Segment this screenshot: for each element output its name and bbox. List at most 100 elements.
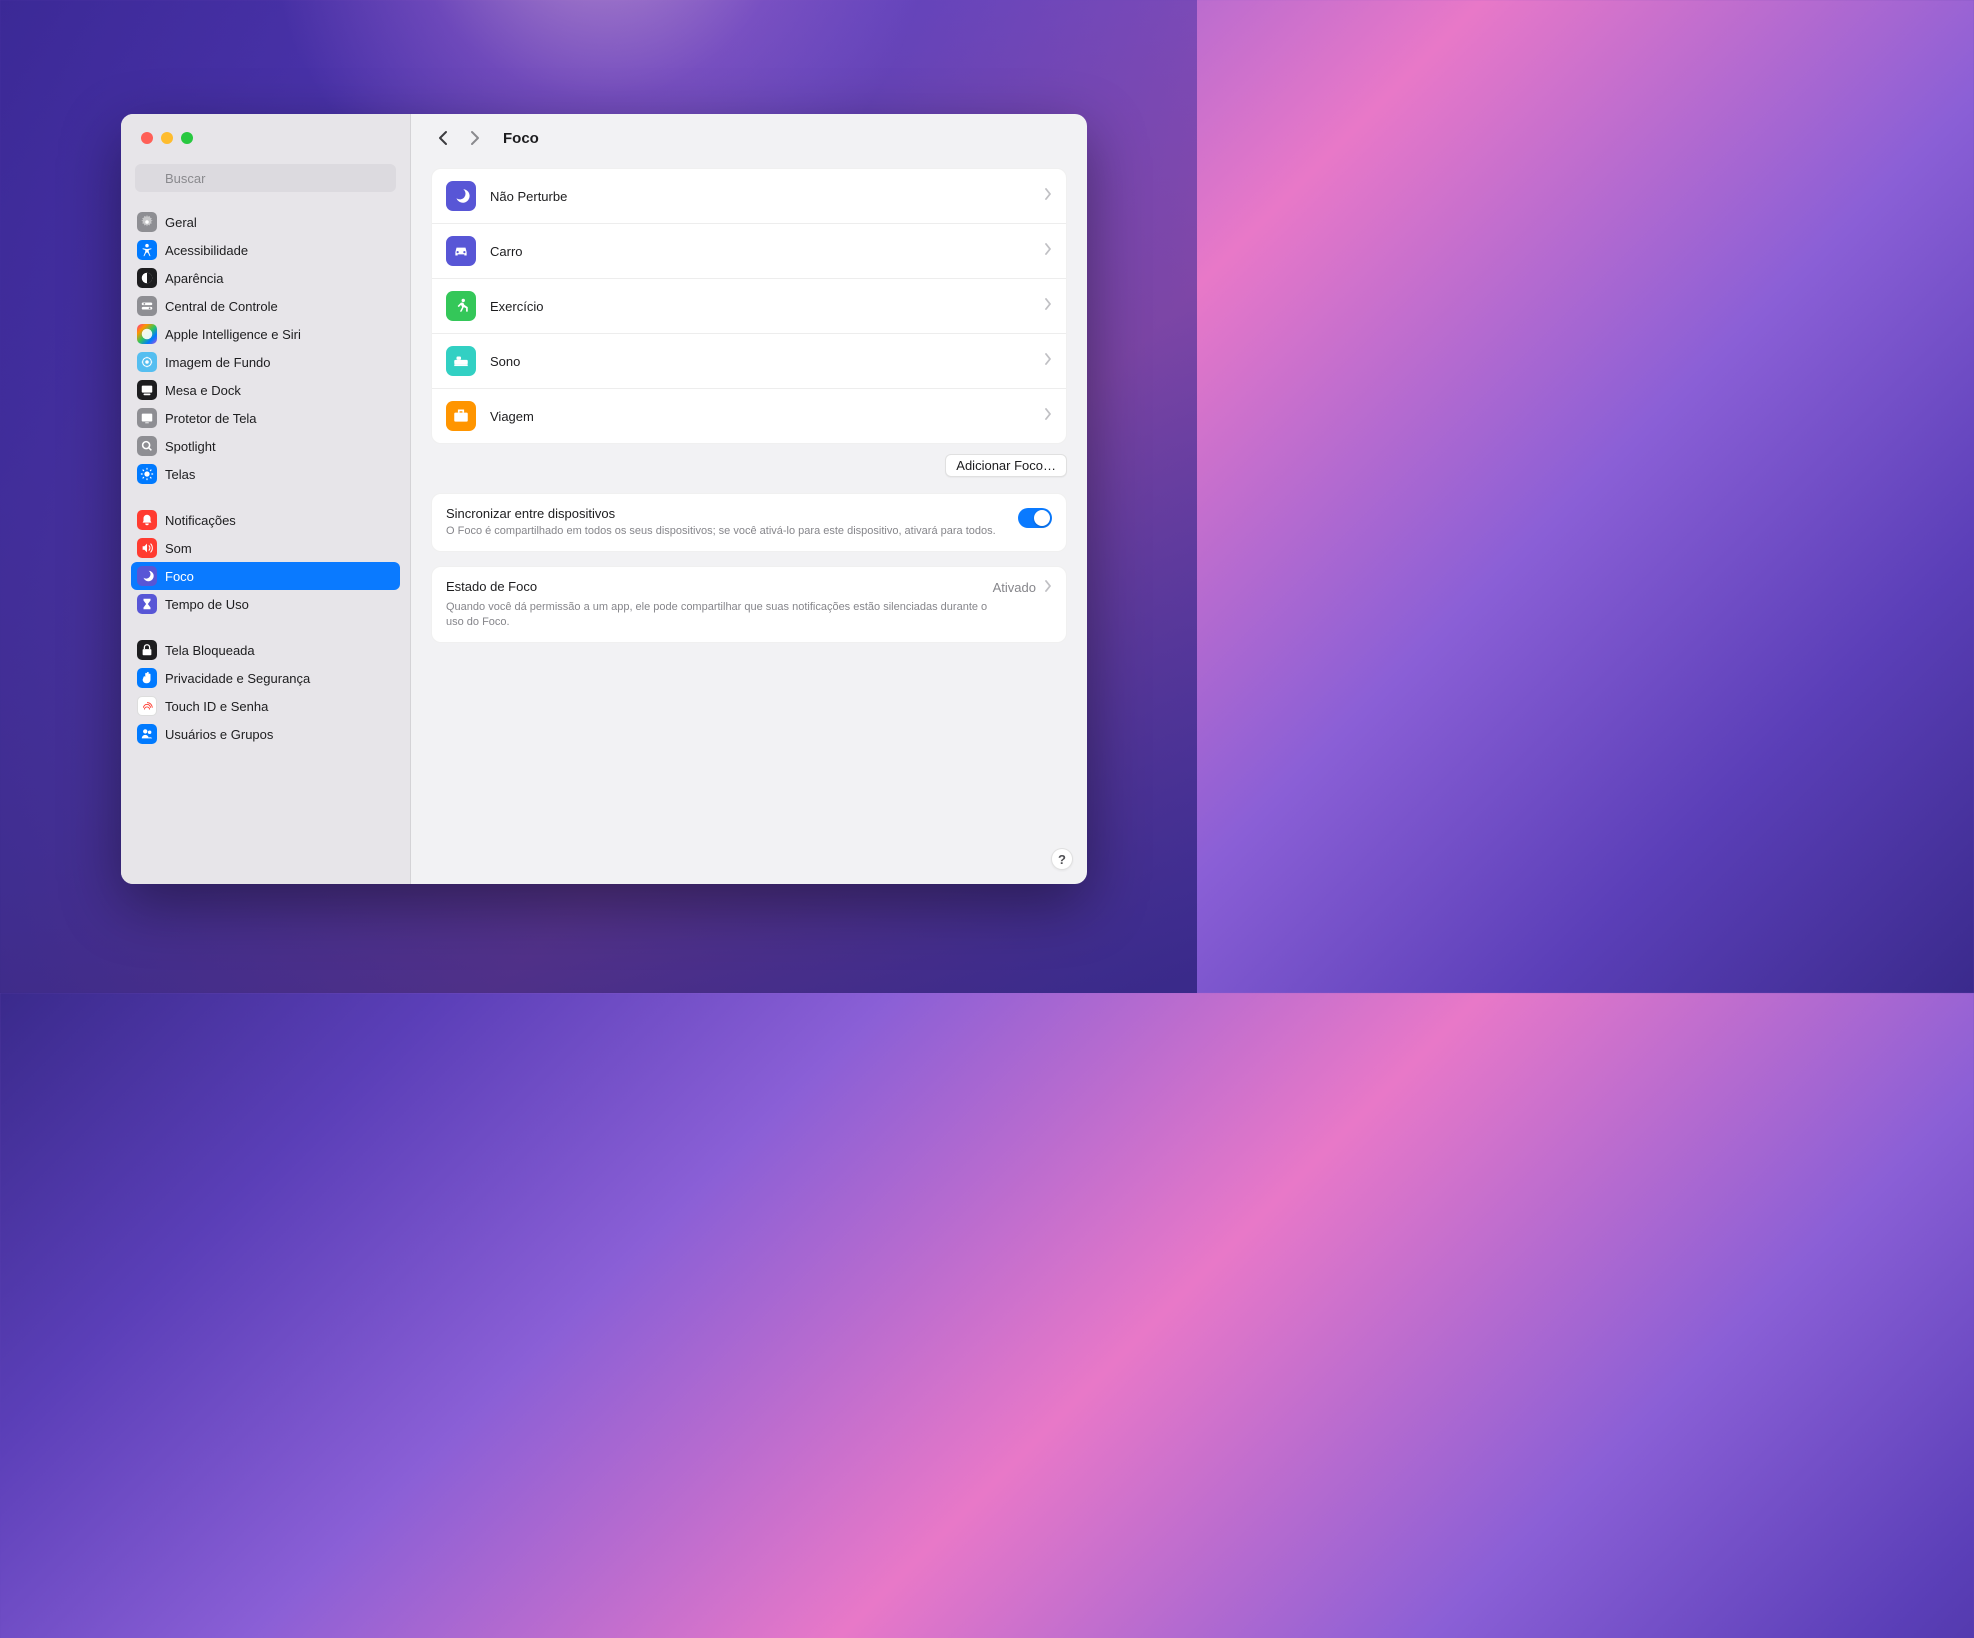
sidebar-item-aparência[interactable]: Aparência <box>131 264 400 292</box>
gear-icon <box>137 212 157 232</box>
runner-icon <box>446 291 476 321</box>
sidebar-item-central-de-controle[interactable]: Central de Controle <box>131 292 400 320</box>
sync-toggle[interactable] <box>1018 508 1052 528</box>
sidebar-item-label: Tela Bloqueada <box>165 643 255 658</box>
wallpaper-icon <box>137 352 157 372</box>
focus-mode-exercício[interactable]: Exercício <box>432 279 1066 334</box>
chevron-right-icon <box>1044 407 1052 425</box>
sidebar-item-label: Protetor de Tela <box>165 411 257 426</box>
chevron-right-icon <box>1044 242 1052 260</box>
sidebar-item-label: Tempo de Uso <box>165 597 249 612</box>
sound-icon <box>137 538 157 558</box>
sync-description: O Foco é compartilhado em todos os seus … <box>446 524 1006 539</box>
bed-icon <box>446 346 476 376</box>
siri-icon <box>137 324 157 344</box>
help-button[interactable]: ? <box>1051 848 1073 870</box>
lock-icon <box>137 640 157 660</box>
sidebar-item-label: Privacidade e Segurança <box>165 671 310 686</box>
sidebar-item-label: Geral <box>165 215 197 230</box>
sidebar-item-label: Notificações <box>165 513 236 528</box>
sidebar-item-label: Spotlight <box>165 439 216 454</box>
sidebar-item-usuários-e-grupos[interactable]: Usuários e Grupos <box>131 720 400 748</box>
sidebar-item-label: Som <box>165 541 192 556</box>
focus-mode-não-perturbe[interactable]: Não Perturbe <box>432 169 1066 224</box>
status-value: Ativado <box>993 580 1036 595</box>
dock-icon <box>137 380 157 400</box>
focus-status-panel[interactable]: Estado de Foco Ativado Quando você dá pe… <box>431 566 1067 643</box>
focus-mode-label: Carro <box>490 244 1030 259</box>
sidebar-item-apple-intelligence-e-siri[interactable]: Apple Intelligence e Siri <box>131 320 400 348</box>
sidebar-item-acessibilidade[interactable]: Acessibilidade <box>131 236 400 264</box>
sidebar-item-geral[interactable]: Geral <box>131 208 400 236</box>
close-button[interactable] <box>141 132 153 144</box>
forward-button[interactable] <box>463 126 487 150</box>
add-focus-row: Adicionar Foco… <box>431 454 1067 477</box>
page-title: Foco <box>503 130 539 147</box>
sidebar-item-foco[interactable]: Foco <box>131 562 400 590</box>
back-button[interactable] <box>431 126 455 150</box>
car-icon <box>446 236 476 266</box>
moon-icon <box>446 181 476 211</box>
sidebar-nav[interactable]: Geral Acessibilidade Aparência Central de C… <box>121 202 410 884</box>
minimize-button[interactable] <box>161 132 173 144</box>
sidebar-item-protetor-de-tela[interactable]: Protetor de Tela <box>131 404 400 432</box>
window-controls <box>121 114 410 162</box>
sidebar-item-label: Touch ID e Senha <box>165 699 268 714</box>
screensaver-icon <box>137 408 157 428</box>
sync-panel: Sincronizar entre dispositivos O Foco é … <box>431 493 1067 552</box>
status-description: Quando você dá permissão a um app, ele p… <box>446 600 1052 630</box>
add-focus-button[interactable]: Adicionar Foco… <box>945 454 1067 477</box>
sidebar-item-label: Usuários e Grupos <box>165 727 273 742</box>
sidebar-item-imagem-de-fundo[interactable]: Imagem de Fundo <box>131 348 400 376</box>
sidebar-item-label: Telas <box>165 467 195 482</box>
hourglass-icon <box>137 594 157 614</box>
sidebar-item-touch-id-e-senha[interactable]: Touch ID e Senha <box>131 692 400 720</box>
focus-mode-sono[interactable]: Sono <box>432 334 1066 389</box>
sync-title: Sincronizar entre dispositivos <box>446 506 1006 521</box>
sidebar-item-label: Aparência <box>165 271 224 286</box>
settings-window: Geral Acessibilidade Aparência Central de C… <box>121 114 1087 884</box>
sidebar-item-label: Imagem de Fundo <box>165 355 271 370</box>
search-container <box>121 162 410 202</box>
sidebar-item-notificações[interactable]: Notificações <box>131 506 400 534</box>
moon-icon <box>137 566 157 586</box>
appearance-icon <box>137 268 157 288</box>
sidebar-item-label: Acessibilidade <box>165 243 248 258</box>
sidebar-item-label: Mesa e Dock <box>165 383 241 398</box>
content-area: Não Perturbe Carro Exercício Sono Viagem Adi… <box>411 162 1087 884</box>
focus-mode-label: Exercício <box>490 299 1030 314</box>
displays-icon <box>137 464 157 484</box>
fingerprint-icon <box>137 696 157 716</box>
focus-mode-viagem[interactable]: Viagem <box>432 389 1066 443</box>
briefcase-icon <box>446 401 476 431</box>
chevron-right-icon <box>1044 187 1052 205</box>
search-input[interactable] <box>135 164 396 192</box>
sidebar-item-label: Central de Controle <box>165 299 278 314</box>
focus-mode-label: Não Perturbe <box>490 189 1030 204</box>
focus-mode-label: Sono <box>490 354 1030 369</box>
chevron-right-icon <box>1044 352 1052 370</box>
sidebar-item-som[interactable]: Som <box>131 534 400 562</box>
focus-modes-panel: Não Perturbe Carro Exercício Sono Viagem <box>431 168 1067 444</box>
zoom-button[interactable] <box>181 132 193 144</box>
sidebar-item-telas[interactable]: Telas <box>131 460 400 488</box>
sidebar-item-mesa-e-dock[interactable]: Mesa e Dock <box>131 376 400 404</box>
sidebar-item-label: Foco <box>165 569 194 584</box>
status-title: Estado de Foco <box>446 579 993 594</box>
header: Foco <box>411 114 1087 162</box>
chevron-right-icon <box>1044 579 1052 597</box>
sidebar-item-label: Apple Intelligence e Siri <box>165 327 301 342</box>
accessibility-icon <box>137 240 157 260</box>
chevron-right-icon <box>1044 297 1052 315</box>
main-content: Foco Não Perturbe Carro Exercício Sono Viage… <box>411 114 1087 884</box>
hand-icon <box>137 668 157 688</box>
focus-mode-carro[interactable]: Carro <box>432 224 1066 279</box>
sidebar-item-privacidade-e-segurança[interactable]: Privacidade e Segurança <box>131 664 400 692</box>
bell-icon <box>137 510 157 530</box>
sidebar-item-spotlight[interactable]: Spotlight <box>131 432 400 460</box>
search-icon <box>137 436 157 456</box>
users-icon <box>137 724 157 744</box>
sidebar: Geral Acessibilidade Aparência Central de C… <box>121 114 411 884</box>
sidebar-item-tempo-de-uso[interactable]: Tempo de Uso <box>131 590 400 618</box>
sidebar-item-tela-bloqueada[interactable]: Tela Bloqueada <box>131 636 400 664</box>
